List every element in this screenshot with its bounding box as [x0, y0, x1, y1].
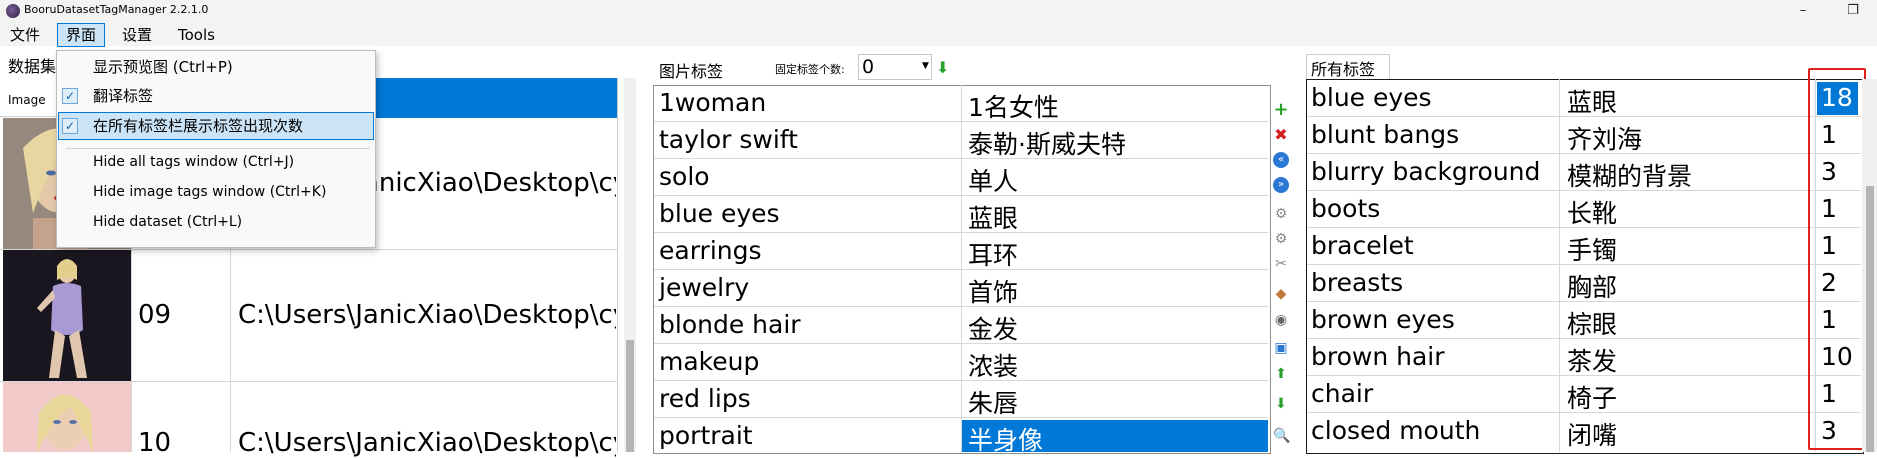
delete-icon[interactable]: ✖ — [1273, 127, 1289, 143]
all-tag-translation[interactable]: 齐刘海 — [1567, 120, 1642, 156]
row-divider — [654, 380, 1268, 381]
image-tag-translation[interactable]: 1名女性 — [968, 88, 1059, 124]
menu-item-hide-image-tags[interactable]: Hide image tags window (Ctrl+K) — [93, 184, 326, 200]
dataset-row-number[interactable]: 10 — [138, 428, 171, 458]
image-tag[interactable]: earrings — [659, 236, 762, 265]
dataset-panel-title: 数据集 — [8, 57, 57, 76]
menu-item-hide-dataset[interactable]: Hide dataset (Ctrl+L) — [93, 214, 242, 230]
all-tag-translation[interactable]: 茶发 — [1567, 342, 1617, 378]
row-divider — [654, 417, 1268, 418]
move-down-all-icon[interactable]: » — [1273, 177, 1289, 193]
all-tags-scrollbar-thumb[interactable] — [1866, 186, 1874, 452]
fixed-tag-count-label: 固定标签个数: — [775, 63, 845, 76]
image-tag-translation[interactable]: 蓝眼 — [968, 199, 1018, 235]
row-divider — [654, 343, 1268, 344]
checkmark-icon: ✓ — [62, 118, 78, 134]
dataset-row-number[interactable]: 09 — [138, 300, 171, 330]
all-tag[interactable]: chair — [1311, 379, 1373, 408]
column-header-image[interactable]: Image — [8, 93, 46, 107]
all-tags-title: 所有标签 — [1311, 60, 1376, 79]
row-divider — [654, 269, 1268, 270]
column-divider — [1559, 79, 1560, 452]
all-tag-translation[interactable]: 长靴 — [1567, 194, 1617, 230]
image-icon[interactable]: ▣ — [1273, 340, 1289, 356]
move-up-all-icon[interactable]: « — [1273, 152, 1289, 168]
minimize-button[interactable]: – — [1788, 0, 1818, 22]
menu-bar — [0, 22, 1877, 46]
all-tag-translation[interactable]: 蓝眼 — [1567, 83, 1617, 119]
add-icon[interactable]: + — [1273, 101, 1289, 119]
image-tag[interactable]: taylor swift — [659, 125, 798, 154]
maximize-button[interactable]: ❐ — [1838, 0, 1868, 22]
image-tag[interactable]: blue eyes — [659, 199, 780, 228]
app-icon — [6, 4, 20, 18]
fixed-tag-count-value: 0 — [862, 56, 875, 78]
all-tag-translation[interactable]: 椅子 — [1567, 379, 1617, 415]
erase-icon[interactable]: ◆ — [1273, 286, 1289, 302]
image-tag[interactable]: portrait — [659, 421, 753, 450]
image-tag[interactable]: jewelry — [659, 273, 749, 302]
arrow-down-icon[interactable]: ⬇ — [1273, 396, 1289, 412]
arrow-up-icon[interactable]: ⬆ — [1273, 366, 1289, 382]
menu-separator — [66, 148, 370, 149]
menu-item-hide-all-tags[interactable]: Hide all tags window (Ctrl+J) — [93, 154, 294, 170]
image-tag-translation[interactable]: 金发 — [968, 310, 1018, 346]
tool-icon[interactable]: ⚙ — [1273, 231, 1289, 247]
menu-file[interactable]: 文件 — [2, 24, 48, 46]
dataset-path[interactable]: C:\Users\JanicXiao\Desktop\cy — [238, 300, 616, 330]
all-tag[interactable]: blurry background — [1311, 157, 1540, 186]
row-divider — [654, 195, 1268, 196]
menu-view[interactable]: 界面 — [57, 23, 106, 47]
image-tag-translation[interactable]: 朱唇 — [968, 384, 1018, 420]
all-tag[interactable]: bracelet — [1311, 231, 1414, 260]
all-tag-translation[interactable]: 模糊的背景 — [1567, 157, 1692, 193]
menu-item-translate-tags[interactable]: 翻译标签 — [93, 85, 153, 106]
all-tag-translation[interactable]: 胸部 — [1567, 268, 1617, 304]
image-tag[interactable]: 1woman — [659, 88, 766, 117]
all-tag[interactable]: brown hair — [1311, 342, 1445, 371]
all-tag[interactable]: breasts — [1311, 268, 1403, 297]
search-icon[interactable]: 🔍 — [1273, 428, 1290, 444]
image-tags-title: 图片标签 — [659, 62, 724, 81]
image-tag-translation[interactable]: 耳环 — [968, 236, 1018, 272]
dataset-scrollbar-thumb[interactable] — [626, 340, 634, 452]
dataset-thumbnail[interactable] — [3, 382, 131, 452]
menu-item-show-tag-counts[interactable]: 在所有标签栏展示标签出现次数 — [93, 115, 303, 136]
chevron-down-icon[interactable]: ▼ — [922, 61, 929, 71]
all-tag-translation[interactable]: 手镯 — [1567, 231, 1617, 267]
all-tag[interactable]: brown eyes — [1311, 305, 1455, 334]
dataset-thumbnail[interactable] — [3, 250, 131, 381]
window-title: BooruDatasetTagManager 2.2.1.0 — [24, 3, 209, 16]
menu-settings[interactable]: 设置 — [114, 24, 160, 46]
image-tag-translation[interactable]: 浓装 — [968, 347, 1018, 383]
checkmark-icon: ✓ — [62, 88, 78, 104]
tool-icon[interactable]: ⚙ — [1273, 206, 1289, 222]
image-tag-translation[interactable]: 单人 — [968, 162, 1018, 198]
row-divider — [654, 306, 1268, 307]
apply-arrow-icon[interactable]: ⬇ — [936, 58, 949, 77]
tool-icon[interactable]: ◉ — [1273, 312, 1289, 328]
tool-icon[interactable]: ✂ — [1273, 256, 1289, 272]
dataset-path[interactable]: C:\Users\JanicXiao\Desktop\cy — [238, 428, 616, 458]
title-bar — [0, 0, 1877, 22]
row-divider — [654, 158, 1268, 159]
menu-item-show-preview[interactable]: 显示预览图 (Ctrl+P) — [93, 56, 233, 77]
all-tag-translation[interactable]: 棕眼 — [1567, 305, 1617, 341]
image-tag[interactable]: blonde hair — [659, 310, 801, 339]
all-tag[interactable]: boots — [1311, 194, 1380, 223]
all-tag-translation[interactable]: 闭嘴 — [1567, 416, 1617, 452]
all-tag[interactable]: closed mouth — [1311, 416, 1480, 445]
row-divider — [654, 121, 1268, 122]
image-tag[interactable]: solo — [659, 162, 710, 191]
row-divider — [654, 232, 1268, 233]
count-column-highlight-box — [1808, 68, 1866, 450]
image-tag-translation[interactable]: 首饰 — [968, 273, 1018, 309]
all-tag[interactable]: blunt bangs — [1311, 120, 1459, 149]
image-tag[interactable]: red lips — [659, 384, 751, 413]
image-tag-translation[interactable]: 泰勒·斯威夫特 — [968, 125, 1126, 161]
all-tag[interactable]: blue eyes — [1311, 83, 1432, 112]
image-tag[interactable]: makeup — [659, 347, 759, 376]
menu-tools[interactable]: Tools — [170, 24, 223, 46]
